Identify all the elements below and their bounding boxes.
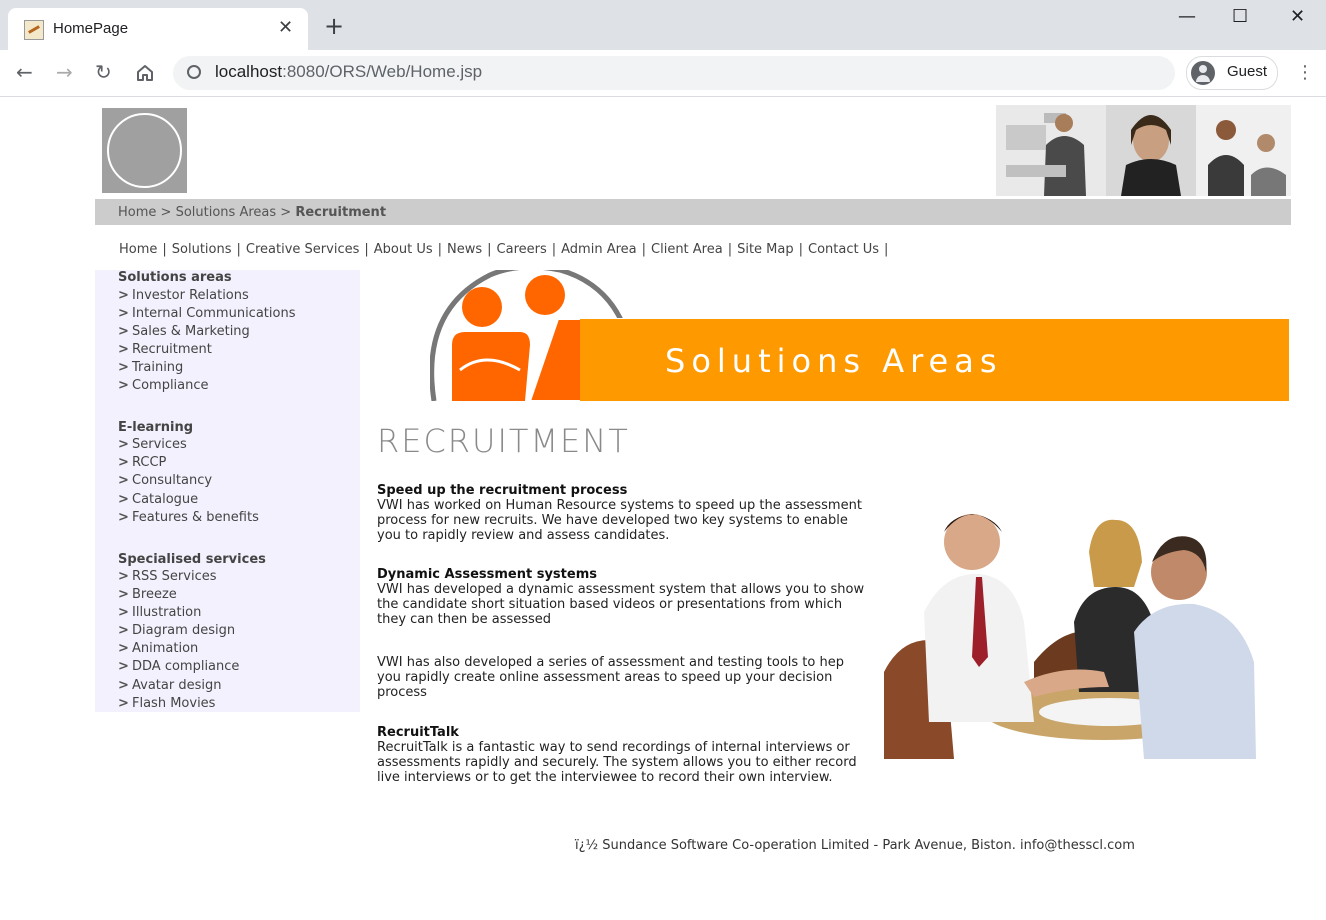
breadcrumb-current: Recruitment (295, 205, 387, 220)
sidebar-item-catalogue[interactable]: > Catalogue (118, 492, 198, 510)
sidebar-item-recruitment[interactable]: > Recruitment (118, 342, 212, 360)
chevron-right-icon: > (118, 455, 129, 470)
sidebar-item-avatar-design[interactable]: > Avatar design (118, 678, 221, 696)
chevron-right-icon: > (118, 378, 129, 393)
sidebar-item-features-benefits[interactable]: > Features & benefits (118, 510, 259, 528)
page-title: RECRUITMENT (377, 422, 630, 460)
nav-news[interactable]: News (447, 242, 482, 257)
browser-tab-strip: HomePage ✕ + — ☐ ✕ (0, 0, 1326, 50)
content-block: Speed up the recruitment process VWI has… (377, 483, 867, 543)
solutions-areas-banner: Solutions Areas (430, 270, 1289, 401)
nav-about-us[interactable]: About Us (374, 242, 433, 257)
browser-toolbar: ← → ↻ localhost:8080/ORS/Web/Home.jsp Gu… (0, 50, 1326, 97)
sidebar-item-illustration[interactable]: > Illustration (118, 605, 201, 623)
chevron-right-icon: > (118, 306, 129, 321)
breadcrumb-separator: > (280, 205, 292, 220)
content-body: VWI has also developed a series of asses… (377, 655, 844, 700)
chevron-right-icon: > (118, 437, 129, 452)
chevron-right-icon: > (118, 696, 129, 711)
home-icon[interactable] (135, 63, 155, 83)
browser-tab[interactable]: HomePage ✕ (8, 8, 308, 50)
sidebar-section-title: E-learning (118, 420, 194, 435)
web-page: Home > Solutions Areas > Recruitment Hom… (0, 97, 1326, 920)
content-block: Dynamic Assessment systems VWI has devel… (377, 567, 867, 627)
content-heading: Speed up the recruitment process (377, 483, 628, 498)
nav-admin-area[interactable]: Admin Area (561, 242, 636, 257)
content-block: VWI has also developed a series of asses… (377, 655, 867, 700)
sidebar-item-diagram-design[interactable]: > Diagram design (118, 623, 235, 641)
new-tab-button[interactable]: + (324, 14, 344, 38)
chevron-right-icon: > (118, 288, 129, 303)
content-body: VWI has worked on Human Resource systems… (377, 498, 862, 543)
top-navigation: Home | Solutions | Creative Services | About U… (119, 242, 889, 257)
nav-solutions[interactable]: Solutions (172, 242, 232, 257)
profile-label: Guest (1227, 63, 1268, 80)
content-block: RecruitTalk RecruitTalk is a fantastic w… (377, 725, 867, 785)
chevron-right-icon: > (118, 569, 129, 584)
forward-icon[interactable]: → (56, 60, 73, 84)
breadcrumb-solutions-areas[interactable]: Solutions Areas (176, 205, 277, 220)
chevron-right-icon: > (118, 473, 129, 488)
chevron-right-icon: > (118, 605, 129, 620)
chevron-right-icon: > (118, 659, 129, 674)
address-bar[interactable]: localhost:8080/ORS/Web/Home.jsp (173, 56, 1175, 90)
sidebar-item-animation[interactable]: > Animation (118, 641, 198, 659)
interview-photo (884, 492, 1258, 759)
favicon-icon (24, 20, 44, 40)
nav-client-area[interactable]: Client Area (651, 242, 723, 257)
content-heading: RecruitTalk (377, 725, 459, 740)
sidebar-item-compliance[interactable]: > Compliance (118, 378, 209, 396)
sidebar-section-title: Specialised services (118, 552, 266, 567)
chevron-right-icon: > (118, 360, 129, 375)
chevron-right-icon: > (118, 342, 129, 357)
sidebar-item-training[interactable]: > Training (118, 360, 183, 378)
site-logo (102, 108, 187, 193)
avatar-icon (1191, 61, 1215, 85)
banner-title: Solutions Areas (665, 342, 1003, 380)
sidebar-item-investor-relations[interactable]: > Investor Relations (118, 288, 249, 306)
reload-icon[interactable]: ↻ (95, 60, 112, 84)
nav-site-map[interactable]: Site Map (737, 242, 794, 257)
site-info-icon[interactable] (187, 65, 201, 79)
chevron-right-icon: > (118, 641, 129, 656)
nav-careers[interactable]: Careers (497, 242, 547, 257)
breadcrumb-home[interactable]: Home (118, 205, 156, 220)
sidebar-item-breeze[interactable]: > Breeze (118, 587, 177, 605)
footer-text: ï¿½ Sundance Software Co-operation Limit… (575, 838, 1135, 853)
maximize-icon[interactable]: ☐ (1232, 6, 1248, 27)
chevron-right-icon: > (118, 492, 129, 507)
content-heading: Dynamic Assessment systems (377, 567, 597, 582)
content-body: RecruitTalk is a fantastic way to send r… (377, 740, 857, 785)
window-close-icon[interactable]: ✕ (1290, 6, 1305, 27)
minimize-icon[interactable]: — (1178, 6, 1196, 27)
content-body: VWI has developed a dynamic assessment s… (377, 582, 865, 627)
menu-icon[interactable]: ⋮ (1296, 62, 1314, 83)
tab-title: HomePage (53, 20, 129, 37)
url-text[interactable]: localhost:8080/ORS/Web/Home.jsp (215, 62, 482, 82)
sidebar-item-dda-compliance[interactable]: > DDA compliance (118, 659, 239, 677)
back-icon[interactable]: ← (16, 60, 33, 84)
chevron-right-icon: > (118, 623, 129, 638)
breadcrumb-separator: > (160, 205, 172, 220)
chevron-right-icon: > (118, 587, 129, 602)
sidebar-item-internal-communications[interactable]: > Internal Communications (118, 306, 295, 324)
nav-creative-services[interactable]: Creative Services (246, 242, 359, 257)
chevron-right-icon: > (118, 324, 129, 339)
sidebar-section-title: Solutions areas (118, 270, 232, 285)
sidebar-item-flash-movies[interactable]: > Flash Movies (118, 696, 215, 714)
sidebar-item-sales-marketing[interactable]: > Sales & Marketing (118, 324, 250, 342)
sidebar-item-consultancy[interactable]: > Consultancy (118, 473, 212, 491)
sidebar-item-services[interactable]: > Services (118, 437, 187, 455)
profile-button[interactable]: Guest (1186, 56, 1278, 90)
chevron-right-icon: > (118, 678, 129, 693)
nav-contact-us[interactable]: Contact Us (808, 242, 879, 257)
breadcrumb: Home > Solutions Areas > Recruitment (95, 199, 1291, 225)
sidebar-item-rss-services[interactable]: > RSS Services (118, 569, 217, 587)
tab-close-icon[interactable]: ✕ (278, 17, 293, 38)
chevron-right-icon: > (118, 510, 129, 525)
sidebar: Solutions areas > Investor Relations > Int… (95, 270, 360, 712)
sidebar-item-rccp[interactable]: > RCCP (118, 455, 166, 473)
header-people-image (996, 105, 1291, 196)
nav-home[interactable]: Home (119, 242, 157, 257)
